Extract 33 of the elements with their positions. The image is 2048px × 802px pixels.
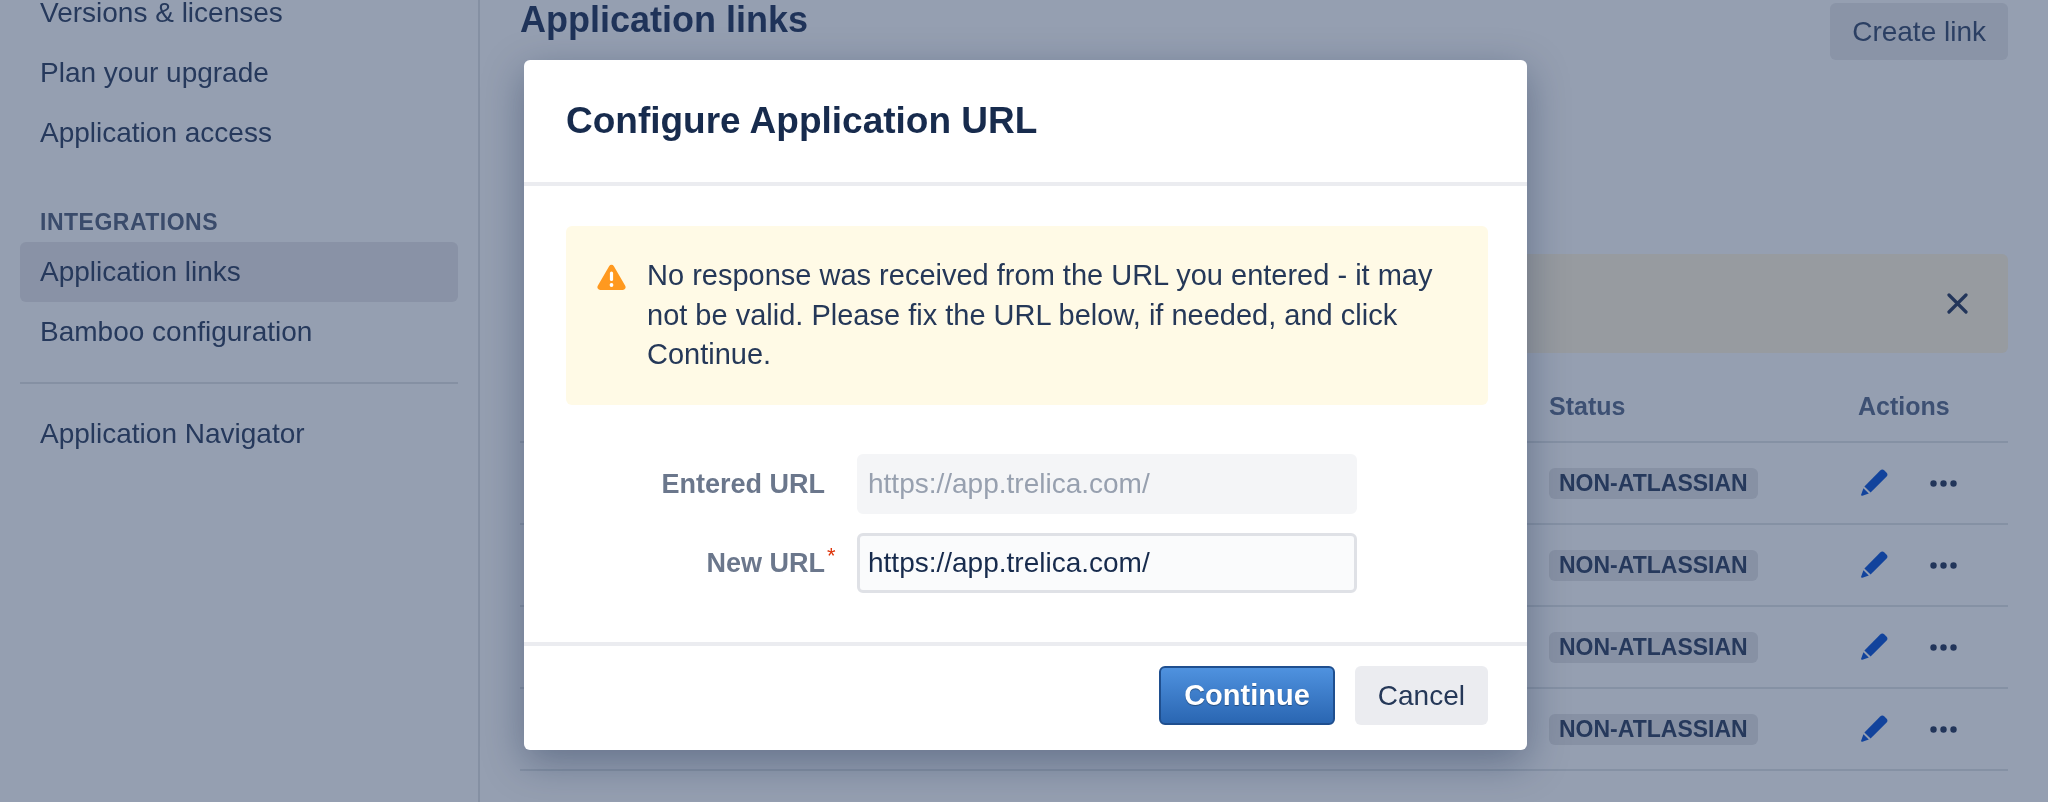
sidebar-item[interactable]: Application access: [20, 103, 458, 163]
sidebar-item[interactable]: Plan your upgrade: [20, 43, 458, 103]
sidebar-item[interactable]: Bamboo configuration: [20, 302, 458, 362]
ellipsis-icon[interactable]: [1930, 725, 1957, 733]
section-heading: INTEGRATIONS: [39, 207, 220, 237]
create-link-button[interactable]: Create link: [1830, 3, 2008, 60]
status-lozenge: NON-ATLASSIAN: [1549, 467, 1758, 499]
column-header: Actions: [1858, 391, 1950, 423]
dialog-title: Configure Application URL: [566, 99, 1038, 144]
ellipsis-icon[interactable]: [1930, 643, 1957, 651]
warning-text: No response was received from the URL you entered - it may not be valid. Please fix the URL below, if needed, and click Continue.: [647, 258, 1434, 372]
status-lozenge: NON-ATLASSIAN: [1549, 549, 1758, 581]
field-label: Entered URL: [661, 468, 825, 499]
pencil-icon[interactable]: [1860, 715, 1888, 743]
status-lozenge: NON-ATLASSIAN: [1549, 631, 1758, 663]
warning-icon: [597, 264, 626, 290]
page-title: Application links: [520, 0, 809, 40]
cancel-button[interactable]: Cancel: [1354, 666, 1488, 725]
column-header: Status: [1549, 391, 1627, 423]
pencil-icon[interactable]: [1860, 633, 1888, 661]
sidebar-item[interactable]: Application links: [20, 242, 458, 302]
close-icon[interactable]: [1947, 293, 1968, 314]
pencil-icon[interactable]: [1860, 551, 1888, 579]
pencil-icon[interactable]: [1860, 469, 1888, 497]
ellipsis-icon[interactable]: [1930, 561, 1957, 569]
field-label: New URL: [706, 547, 825, 578]
ellipsis-icon[interactable]: [1930, 479, 1957, 487]
continue-button[interactable]: Continue: [1159, 666, 1335, 725]
sidebar-item[interactable]: Versions & licenses: [20, 0, 458, 43]
sidebar-item[interactable]: Application Navigator: [20, 404, 458, 464]
url-input-field[interactable]: https://app.trelica.com/: [857, 533, 1357, 593]
status-lozenge: NON-ATLASSIAN: [1549, 713, 1758, 745]
required-mark: *: [827, 541, 836, 570]
